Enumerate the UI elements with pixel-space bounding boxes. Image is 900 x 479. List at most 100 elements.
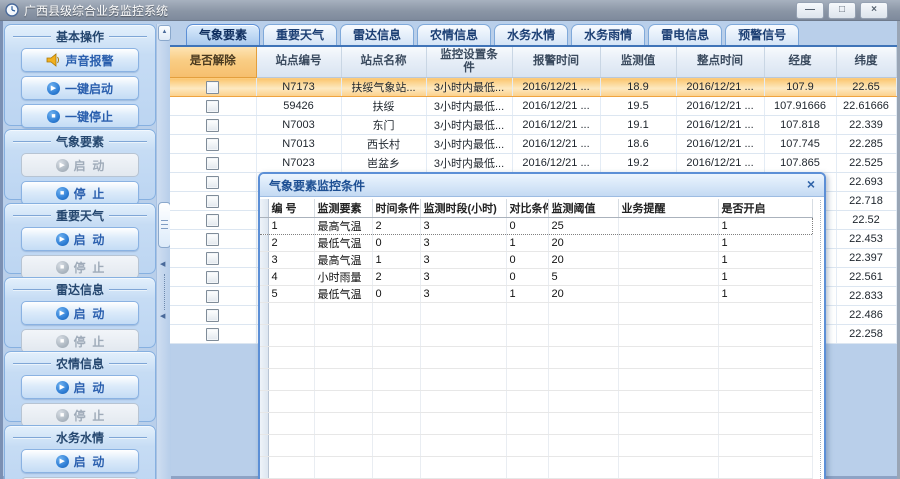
empty-cell xyxy=(548,435,618,457)
row-gutter xyxy=(260,269,268,286)
condition-column-header[interactable]: 对比条件 xyxy=(506,199,548,218)
cell-value: 18.9 xyxy=(600,78,676,97)
collapse-left-icon[interactable]: ◀ xyxy=(160,260,165,268)
condition-column-header[interactable]: 是否开启 xyxy=(718,199,812,218)
empty-cell xyxy=(314,413,372,435)
cell-latitude: 22.61666 xyxy=(836,97,896,116)
dismiss-checkbox[interactable] xyxy=(206,176,219,189)
empty-cell xyxy=(268,369,314,391)
condition-row[interactable]: 1最高气温230251 xyxy=(260,218,812,235)
dismiss-checkbox[interactable] xyxy=(206,195,219,208)
empty-row xyxy=(260,413,812,435)
empty-cell xyxy=(618,457,718,479)
dismiss-checkbox[interactable] xyxy=(206,252,219,265)
dismiss-checkbox[interactable] xyxy=(206,214,219,227)
column-header[interactable]: 站点编号 xyxy=(256,47,341,78)
stop-all-button[interactable]: ■一键停止 xyxy=(21,104,139,128)
tab-预警信号[interactable]: 预警信号 xyxy=(725,24,799,45)
weather-element-start-button[interactable]: ▶启 动 xyxy=(21,153,139,177)
water-start-button[interactable]: ▶启 动 xyxy=(21,449,139,473)
empty-cell xyxy=(718,413,812,435)
table-row[interactable]: N7173扶绥气象站...3小时内最低...2016/12/21 ...18.9… xyxy=(170,78,896,97)
condition-column-header[interactable]: 监测要素 xyxy=(314,199,372,218)
dismiss-checkbox[interactable] xyxy=(206,157,219,170)
table-row[interactable]: N7013西长村3小时内最低...2016/12/21 ...18.62016/… xyxy=(170,135,896,154)
dismiss-checkbox[interactable] xyxy=(206,233,219,246)
condition-column-header[interactable]: 编 号 xyxy=(268,199,314,218)
splitter-grip[interactable] xyxy=(164,274,165,310)
column-header[interactable]: 经度 xyxy=(764,47,836,78)
empty-cell xyxy=(618,413,718,435)
condition-cell: 25 xyxy=(548,218,618,235)
condition-row[interactable]: 3最高气温130201 xyxy=(260,252,812,269)
dismiss-checkbox[interactable] xyxy=(206,119,219,132)
cell-value: 19.1 xyxy=(600,116,676,135)
tab-雷电信息[interactable]: 雷电信息 xyxy=(648,24,722,45)
column-header[interactable]: 整点时间 xyxy=(676,47,764,78)
group-title-line xyxy=(13,289,51,290)
condition-cell: 20 xyxy=(548,235,618,252)
maximize-button[interactable]: □ xyxy=(828,2,856,19)
table-row[interactable]: N7003东门3小时内最低...2016/12/21 ...19.12016/1… xyxy=(170,116,896,135)
condition-row[interactable]: 4小时雨量23051 xyxy=(260,269,812,286)
dismiss-checkbox[interactable] xyxy=(206,100,219,113)
condition-column-header[interactable]: 监测阈值 xyxy=(548,199,618,218)
column-header[interactable]: 监控设置条件 xyxy=(426,47,512,78)
cell-latitude: 22.486 xyxy=(836,306,896,325)
empty-cell xyxy=(268,391,314,413)
tab-雷达信息[interactable]: 雷达信息 xyxy=(340,24,414,45)
empty-row xyxy=(260,435,812,457)
condition-row[interactable]: 5最低气温031201 xyxy=(260,286,812,303)
tab-农情信息[interactable]: 农情信息 xyxy=(417,24,491,45)
condition-column-header[interactable]: 监测时段(小时) xyxy=(420,199,506,218)
cell-latitude: 22.525 xyxy=(836,154,896,173)
dismiss-checkbox[interactable] xyxy=(206,81,219,94)
play-icon: ▶ xyxy=(56,307,69,320)
dismiss-checkbox[interactable] xyxy=(206,328,219,341)
table-row[interactable]: 59426扶绥3小时内最低...2016/12/21 ...19.52016/1… xyxy=(170,97,896,116)
tab-气象要素[interactable]: 气象要素 xyxy=(186,24,260,45)
agriculture-start-button[interactable]: ▶启 动 xyxy=(21,375,139,399)
column-header[interactable]: 是否解除 xyxy=(170,47,256,78)
agriculture-stop-button[interactable]: ■停 止 xyxy=(21,403,139,427)
dismiss-checkbox[interactable] xyxy=(206,290,219,303)
column-header[interactable]: 监测值 xyxy=(600,47,676,78)
dismiss-checkbox[interactable] xyxy=(206,271,219,284)
condition-column-header[interactable]: 时间条件 xyxy=(372,199,420,218)
sidebar-splitter[interactable]: ▲ ◀ ◀ xyxy=(156,24,171,479)
empty-cell xyxy=(372,391,420,413)
condition-cell: 1 xyxy=(506,235,548,252)
empty-cell xyxy=(314,369,372,391)
empty-cell xyxy=(372,457,420,479)
tab-重要天气[interactable]: 重要天气 xyxy=(263,24,337,45)
column-header[interactable]: 纬度 xyxy=(836,47,896,78)
dismiss-checkbox[interactable] xyxy=(206,309,219,322)
table-row[interactable]: N7023岜盆乡3小时内最低...2016/12/21 ...19.22016/… xyxy=(170,154,896,173)
weather-element-stop-button[interactable]: ■停 止 xyxy=(21,181,139,205)
cell-station_name: 扶绥 xyxy=(341,97,426,116)
empty-row xyxy=(260,325,812,347)
minimize-button[interactable]: — xyxy=(796,2,824,19)
collapse-left-icon[interactable]: ◀ xyxy=(160,312,165,320)
sidebar-group: 基本操作声音报警 ▶一键启动 ■一键停止 xyxy=(4,24,156,126)
tab-水务雨情[interactable]: 水务雨情 xyxy=(571,24,645,45)
tab-水务水情[interactable]: 水务水情 xyxy=(494,24,568,45)
condition-column-header[interactable]: 业务提醒 xyxy=(618,199,718,218)
group-title: 基本操作 xyxy=(51,28,109,45)
dialog-close-icon[interactable]: × xyxy=(807,176,815,192)
close-button[interactable]: × xyxy=(860,2,888,19)
column-header[interactable]: 报警时间 xyxy=(512,47,600,78)
column-header[interactable]: 站点名称 xyxy=(341,47,426,78)
sound-alarm-button[interactable]: 声音报警 xyxy=(21,48,139,72)
monitor-conditions-dialog: 气象要素监控条件 × 编 号监测要素时间条件监测时段(小时)对比条件监测阈值业务… xyxy=(258,172,826,479)
radar-stop-button[interactable]: ■停 止 xyxy=(21,329,139,353)
important-weather-start-button[interactable]: ▶启 动 xyxy=(21,227,139,251)
start-all-button[interactable]: ▶一键启动 xyxy=(21,76,139,100)
group-title-line xyxy=(13,36,51,37)
radar-start-button[interactable]: ▶启 动 xyxy=(21,301,139,325)
dismiss-checkbox[interactable] xyxy=(206,138,219,151)
condition-row[interactable]: 2最低气温031201 xyxy=(260,235,812,252)
row-gutter xyxy=(260,457,268,479)
cell-station_name: 东门 xyxy=(341,116,426,135)
important-weather-stop-button[interactable]: ■停 止 xyxy=(21,255,139,279)
